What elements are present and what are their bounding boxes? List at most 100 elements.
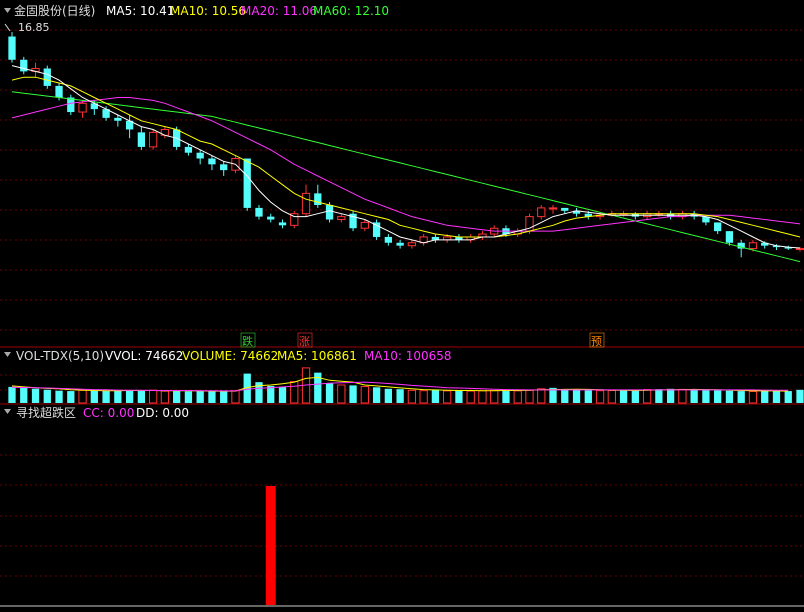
volume-bar-down <box>666 388 675 403</box>
candle-body-down <box>396 242 404 246</box>
volume-bar-down <box>619 390 628 403</box>
volume-bar-down <box>702 390 710 403</box>
volume-bar-down <box>372 387 381 403</box>
volume-bar-up <box>607 390 616 404</box>
ma10-label: MA10: 10.56 <box>170 4 246 18</box>
vol-ma10-label: MA10: 100658 <box>364 349 452 363</box>
volume-bar-down <box>349 385 357 403</box>
candle-body-down <box>561 207 569 211</box>
volume-bar-down <box>102 390 110 403</box>
volume-bar-down <box>502 389 510 403</box>
ma60-label: MA60: 12.10 <box>313 4 389 18</box>
volume-bar-down <box>90 390 98 403</box>
volume-header: VOL-TDX(5,10) VVOL: 74662 VOLUME: 74662 … <box>4 349 452 363</box>
candle-body-up <box>337 216 346 221</box>
volume-bar-down <box>455 390 463 403</box>
volume-bar-down <box>631 390 639 403</box>
volume-bar-up <box>231 390 240 404</box>
volume-bar-down <box>31 388 40 403</box>
indicator-series <box>265 486 276 605</box>
candle-body-down <box>208 158 216 165</box>
volume-bar-down <box>220 391 228 403</box>
candle-body-up <box>301 192 311 215</box>
volume-bar-up <box>78 389 87 404</box>
volume-bar-up <box>290 381 299 404</box>
volume-bar-down <box>431 389 440 403</box>
candle-body-down <box>372 222 381 237</box>
candle-body-up <box>548 207 558 210</box>
volume-series <box>8 367 804 404</box>
candle-body-up <box>148 131 158 148</box>
volume-bar-down <box>55 390 63 403</box>
ma5-label: MA5: 10.41 <box>106 4 174 18</box>
volume-bar-up <box>419 390 428 404</box>
volume-bar-down <box>655 389 663 403</box>
candle-body-down <box>196 152 204 159</box>
signal-zhang-label: 涨 <box>299 335 310 348</box>
volume-bar-down <box>714 390 722 403</box>
ma20-label: MA20: 11.06 <box>241 4 317 18</box>
volume-bar-down <box>137 390 146 403</box>
vol-ma5-label: MA5: 106861 <box>277 349 357 363</box>
volume-bar-up <box>466 390 475 404</box>
volume-bar-down <box>184 391 193 403</box>
volume-bar-down <box>725 390 734 403</box>
volume-bar-up <box>443 390 452 404</box>
volume-bar-up <box>478 390 487 404</box>
vvol-label: VVOL: 74662 <box>105 349 183 363</box>
candle-body-down <box>243 158 251 208</box>
volume-bar-up <box>537 388 546 404</box>
volume-bar-up <box>160 390 170 404</box>
signal-die-label: 跌 <box>242 334 253 348</box>
signal-labels: 跌 涨 预 <box>240 332 605 348</box>
moving-average-lines <box>11 65 801 263</box>
volume-bar-up <box>595 390 605 404</box>
volume-label: VOLUME: 74662 <box>182 349 278 363</box>
candle-body-down <box>267 216 275 220</box>
volume-bar-down <box>761 390 769 403</box>
ma10-line <box>11 76 801 238</box>
dd-label: DD: 0.00 <box>136 406 189 420</box>
volume-bar-down <box>772 390 781 403</box>
candle-body-down <box>137 132 146 147</box>
volume-bar-down <box>125 389 134 403</box>
volume-bar-down <box>584 390 592 403</box>
candle-body-down <box>55 85 63 98</box>
volume-bar-down <box>8 386 16 403</box>
candle-body-down <box>714 222 722 232</box>
volume-bar-down <box>796 389 804 403</box>
volume-bar-down <box>561 389 569 403</box>
oversold-signal-bar <box>265 486 276 605</box>
volume-bar-up <box>642 389 652 404</box>
volume-bar-up <box>360 386 369 404</box>
candle-body-down <box>384 236 393 243</box>
candle-body-down <box>43 68 51 86</box>
chevron-down-icon[interactable] <box>4 8 11 13</box>
cc-label: CC: 0.00 <box>83 406 134 420</box>
candle-body-down <box>220 164 228 171</box>
volume-bar-up <box>490 390 499 404</box>
candle-body-up <box>407 242 417 247</box>
volume-bar-down <box>784 391 792 403</box>
chevron-down-icon[interactable] <box>4 352 11 357</box>
volume-bar-down <box>67 391 75 403</box>
volume-bar-up <box>513 390 522 404</box>
volume-bar-up <box>337 384 346 404</box>
candle-body-down <box>8 36 16 60</box>
candle-body-down <box>278 222 287 226</box>
candle-body-down <box>184 146 193 153</box>
stock-chart: 金固股份(日线) MA5: 10.41 MA10: 10.56 MA20: 11… <box>0 3 804 607</box>
volume-bar-up <box>748 390 758 404</box>
volume-bar-up <box>678 388 687 404</box>
volume-bar-down <box>572 389 581 403</box>
volume-bar-down <box>208 391 216 403</box>
volume-title: VOL-TDX(5,10) <box>16 349 104 363</box>
volume-bar-down <box>20 387 28 403</box>
volume-bar-up <box>407 389 417 404</box>
candle-body-up <box>795 248 804 251</box>
volume-bar-down <box>114 390 122 403</box>
volume-bar-down <box>325 383 334 403</box>
chevron-down-icon[interactable] <box>4 409 11 414</box>
volume-bar-down <box>43 389 51 403</box>
volume-bar-down <box>173 390 181 403</box>
